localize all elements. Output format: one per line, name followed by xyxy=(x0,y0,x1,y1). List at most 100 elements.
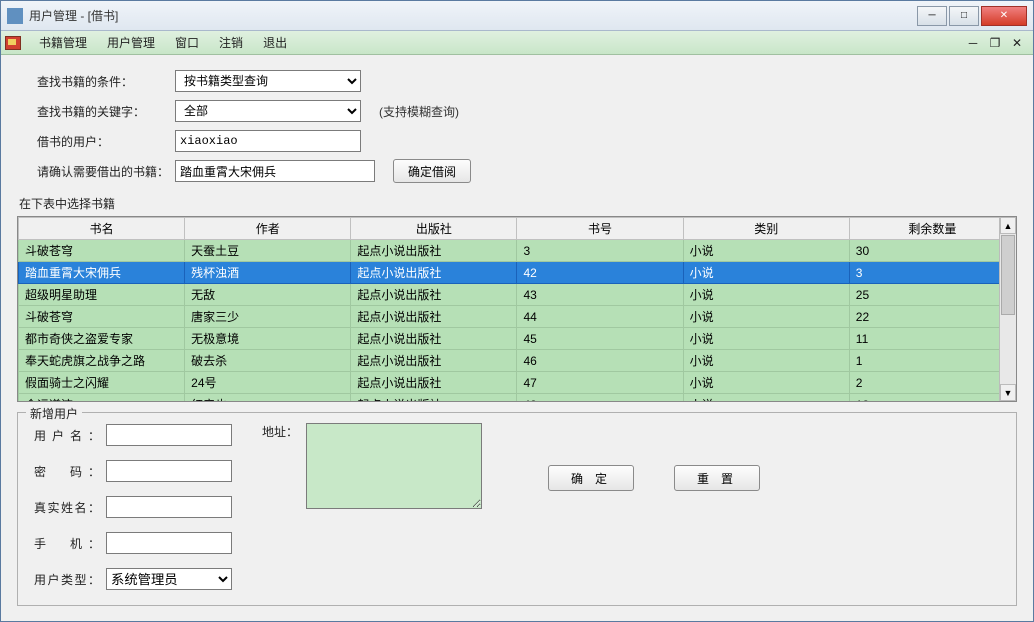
table-cell: 斗破苍穹 xyxy=(19,240,185,262)
table-cell: 24号 xyxy=(185,372,351,394)
table-row[interactable]: 斗破苍穹唐家三少起点小说出版社44小说22 xyxy=(19,306,1016,328)
column-header[interactable]: 出版社 xyxy=(351,218,517,240)
menu-user-mgmt[interactable]: 用户管理 xyxy=(97,32,165,53)
mdi-minimize-icon[interactable]: ─ xyxy=(965,35,981,51)
table-cell: 会运道流 xyxy=(19,394,185,403)
table-row[interactable]: 斗破苍穹天蚕土豆起点小说出版社3小说30 xyxy=(19,240,1016,262)
scroll-up-icon[interactable]: ▲ xyxy=(1000,217,1016,234)
table-cell: 都市奇侠之盗爱专家 xyxy=(19,328,185,350)
table-cell: 30 xyxy=(849,240,1015,262)
phone-input[interactable] xyxy=(106,532,232,554)
table-cell: 小说 xyxy=(683,372,849,394)
search-condition-combo[interactable]: 按书籍类型查询 xyxy=(175,70,361,92)
column-header[interactable]: 作者 xyxy=(185,218,351,240)
table-cell: 起点小说出版社 xyxy=(351,306,517,328)
search-hint: (支持模糊查询) xyxy=(379,103,459,120)
reset-button[interactable]: 重置 xyxy=(674,465,760,491)
table-cell: 3 xyxy=(849,262,1015,284)
table-cell: 46 xyxy=(517,350,683,372)
table-caption: 在下表中选择书籍 xyxy=(1,193,1033,216)
table-cell: 25 xyxy=(849,284,1015,306)
table-cell: 无极意境 xyxy=(185,328,351,350)
column-header[interactable]: 剩余数量 xyxy=(849,218,1015,240)
table-row[interactable]: 奉天蛇虎旗之战争之路破去杀起点小说出版社46小说1 xyxy=(19,350,1016,372)
book-table-container: 书名作者出版社书号类别剩余数量 斗破苍穹天蚕土豆起点小说出版社3小说30踏血重霄… xyxy=(17,216,1017,402)
search-keyword-label: 查找书籍的关键字： xyxy=(37,103,175,120)
column-header[interactable]: 书名 xyxy=(19,218,185,240)
scroll-down-icon[interactable]: ▼ xyxy=(1000,384,1016,401)
mdi-restore-icon[interactable]: ❐ xyxy=(987,35,1003,51)
table-cell: 13 xyxy=(849,394,1015,403)
table-cell: 起点小说出版社 xyxy=(351,328,517,350)
table-cell: 小说 xyxy=(683,262,849,284)
table-row[interactable]: 假面骑士之闪耀24号起点小说出版社47小说2 xyxy=(19,372,1016,394)
table-cell: 天蚕土豆 xyxy=(185,240,351,262)
table-cell: 残杯浊酒 xyxy=(185,262,351,284)
confirm-book-label: 请确认需要借出的书籍： xyxy=(37,163,175,180)
mdi-child-icon[interactable] xyxy=(5,36,21,50)
table-row[interactable]: 超级明星助理无敌起点小说出版社43小说25 xyxy=(19,284,1016,306)
borrow-user-input[interactable] xyxy=(175,130,361,152)
table-cell: 42 xyxy=(517,262,683,284)
search-keyword-combo[interactable]: 全部 xyxy=(175,100,361,122)
menubar: 书籍管理 用户管理 窗口 注销 退出 ─ ❐ ✕ xyxy=(1,31,1033,55)
column-header[interactable]: 书号 xyxy=(517,218,683,240)
usertype-label: 用户类型： xyxy=(34,571,106,588)
titlebar: 用户管理 - [借书] ─ □ ✕ xyxy=(1,1,1033,31)
table-cell: 踏血重霄大宋佣兵 xyxy=(19,262,185,284)
table-cell: 红音也 xyxy=(185,394,351,403)
password-input[interactable] xyxy=(106,460,232,482)
password-label: 密 码： xyxy=(34,463,106,480)
search-condition-label: 查找书籍的条件： xyxy=(37,73,175,90)
menu-book-mgmt[interactable]: 书籍管理 xyxy=(29,32,97,53)
menu-exit[interactable]: 退出 xyxy=(253,32,297,53)
window-controls: ─ □ ✕ xyxy=(917,6,1027,26)
main-window: 用户管理 - [借书] ─ □ ✕ 书籍管理 用户管理 窗口 注销 退出 ─ ❐… xyxy=(0,0,1034,622)
table-cell: 起点小说出版社 xyxy=(351,350,517,372)
table-row[interactable]: 踏血重霄大宋佣兵残杯浊酒起点小说出版社42小说3 xyxy=(19,262,1016,284)
table-row[interactable]: 都市奇侠之盗爱专家无极意境起点小说出版社45小说11 xyxy=(19,328,1016,350)
realname-input[interactable] xyxy=(106,496,232,518)
table-cell: 起点小说出版社 xyxy=(351,262,517,284)
address-input[interactable] xyxy=(306,423,482,509)
column-header[interactable]: 类别 xyxy=(683,218,849,240)
table-cell: 小说 xyxy=(683,328,849,350)
menu-window[interactable]: 窗口 xyxy=(165,32,209,53)
table-cell: 起点小说出版社 xyxy=(351,372,517,394)
realname-label: 真实姓名： xyxy=(34,499,106,516)
maximize-button[interactable]: □ xyxy=(949,6,979,26)
username-input[interactable] xyxy=(106,424,232,446)
table-cell: 斗破苍穹 xyxy=(19,306,185,328)
minimize-button[interactable]: ─ xyxy=(917,6,947,26)
mdi-close-icon[interactable]: ✕ xyxy=(1009,35,1025,51)
table-cell: 小说 xyxy=(683,306,849,328)
child-form: 查找书籍的条件： 按书籍类型查询 查找书籍的关键字： 全部 (支持模糊查询) 借… xyxy=(1,55,1033,621)
table-cell: 3 xyxy=(517,240,683,262)
table-cell: 2 xyxy=(849,372,1015,394)
table-cell: 47 xyxy=(517,372,683,394)
table-cell: 小说 xyxy=(683,394,849,403)
table-cell: 起点小说出版社 xyxy=(351,284,517,306)
table-cell: 22 xyxy=(849,306,1015,328)
close-button[interactable]: ✕ xyxy=(981,6,1027,26)
book-table[interactable]: 书名作者出版社书号类别剩余数量 斗破苍穹天蚕土豆起点小说出版社3小说30踏血重霄… xyxy=(18,217,1016,402)
ok-button[interactable]: 确定 xyxy=(548,465,634,491)
menu-logout[interactable]: 注销 xyxy=(209,32,253,53)
usertype-combo[interactable]: 系统管理员 xyxy=(106,568,232,590)
table-cell: 超级明星助理 xyxy=(19,284,185,306)
borrow-user-label: 借书的用户： xyxy=(37,133,175,150)
table-cell: 11 xyxy=(849,328,1015,350)
table-cell: 43 xyxy=(517,284,683,306)
table-cell: 奉天蛇虎旗之战争之路 xyxy=(19,350,185,372)
table-cell: 破去杀 xyxy=(185,350,351,372)
table-cell: 假面骑士之闪耀 xyxy=(19,372,185,394)
table-cell: 小说 xyxy=(683,284,849,306)
app-icon xyxy=(7,8,23,24)
table-cell: 48 xyxy=(517,394,683,403)
confirm-borrow-button[interactable]: 确定借阅 xyxy=(393,159,471,183)
phone-label: 手 机： xyxy=(34,535,106,552)
scroll-thumb[interactable] xyxy=(1001,235,1015,315)
table-scrollbar[interactable]: ▲ ▼ xyxy=(999,217,1016,401)
table-row[interactable]: 会运道流红音也起点小说出版社48小说13 xyxy=(19,394,1016,403)
confirm-book-input[interactable] xyxy=(175,160,375,182)
